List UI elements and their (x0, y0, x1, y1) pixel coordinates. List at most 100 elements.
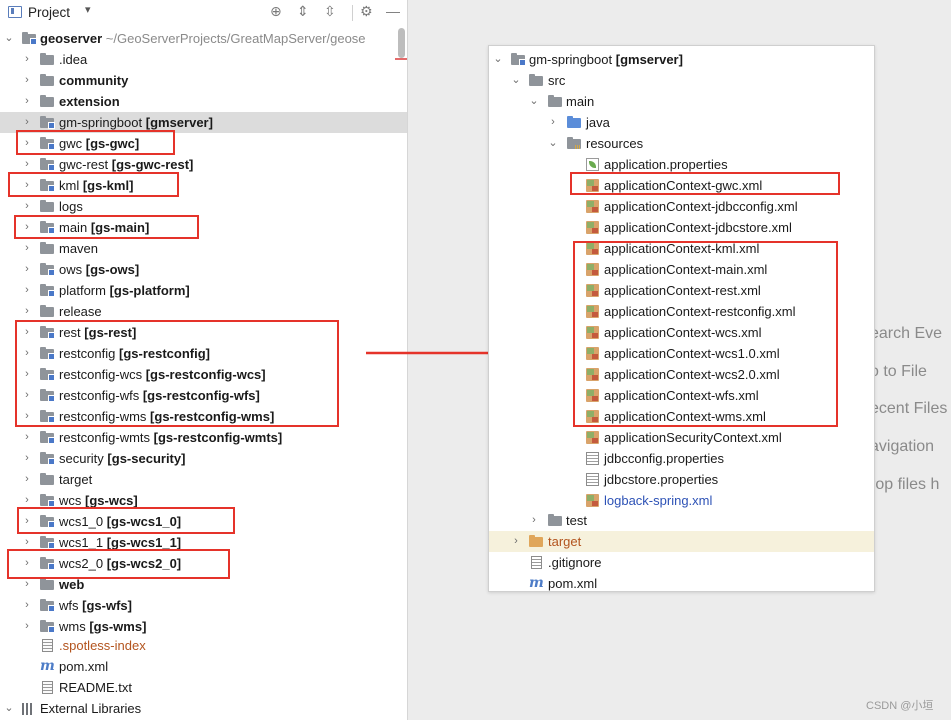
tree-root-geoserver[interactable]: ⌄ geoserver ~/GeoServerProjects/GreatMap… (0, 28, 407, 49)
tree-target[interactable]: › target (489, 531, 874, 552)
vertical-scrollbar[interactable] (398, 28, 405, 58)
chevron-right-icon[interactable]: › (22, 574, 32, 595)
resource-file-applicationcontext-jdbcconfig-xml[interactable]: applicationContext-jdbcconfig.xml (489, 196, 874, 217)
tree-item-ows[interactable]: › ows [gs-ows] (0, 259, 407, 280)
tree-item-security[interactable]: › security [gs-security] (0, 448, 407, 469)
chevron-right-icon[interactable]: › (22, 154, 32, 175)
tree-resources[interactable]: ⌄ resources (489, 133, 874, 154)
tree-item-main[interactable]: › main [gs-main] (0, 217, 407, 238)
chevron-right-icon[interactable]: › (22, 532, 32, 553)
tree-file-pom[interactable]: m pom.xml (0, 656, 407, 677)
tree-item-extension[interactable]: › extension (0, 91, 407, 112)
resource-file-logback-spring-xml[interactable]: logback-spring.xml (489, 490, 874, 511)
chevron-right-icon[interactable]: › (22, 322, 32, 343)
chevron-right-icon[interactable]: › (22, 343, 32, 364)
chevron-right-icon[interactable]: › (22, 553, 32, 574)
tree-item-wms[interactable]: › wms [gs-wms] (0, 616, 407, 637)
resource-file-applicationsecuritycontext-xml[interactable]: applicationSecurityContext.xml (489, 427, 874, 448)
chevron-right-icon[interactable]: › (22, 175, 32, 196)
tree-item-gwc[interactable]: › gwc [gs-gwc] (0, 133, 407, 154)
chevron-down-icon[interactable]: ⌄ (511, 70, 521, 91)
tree-item-platform[interactable]: › platform [gs-platform] (0, 280, 407, 301)
chevron-right-icon[interactable]: › (22, 280, 32, 301)
tree-item-wcs2-0[interactable]: › wcs2_0 [gs-wcs2_0] (0, 553, 407, 574)
chevron-down-icon[interactable]: ⌄ (493, 49, 503, 70)
chevron-right-icon[interactable]: › (22, 385, 32, 406)
chevron-right-icon[interactable]: › (22, 406, 32, 427)
tree-item-restconfig-wms[interactable]: › restconfig-wms [gs-restconfig-wms] (0, 406, 407, 427)
tree-item-restconfig-wmts[interactable]: › restconfig-wmts [gs-restconfig-wmts] (0, 427, 407, 448)
resource-file-applicationcontext-main-xml[interactable]: applicationContext-main.xml (489, 259, 874, 280)
resource-file-applicationcontext-wcs-xml[interactable]: applicationContext-wcs.xml (489, 322, 874, 343)
chevron-right-icon[interactable]: › (22, 259, 32, 280)
tree-item-wfs[interactable]: › wfs [gs-wfs] (0, 595, 407, 616)
chevron-down-icon[interactable]: ⌄ (4, 28, 14, 49)
expand-all-icon[interactable]: ⇕ (297, 3, 309, 20)
tree-item-logs[interactable]: › logs (0, 196, 407, 217)
resource-file-applicationcontext-restconfig-xml[interactable]: applicationContext-restconfig.xml (489, 301, 874, 322)
chevron-right-icon[interactable]: › (22, 301, 32, 322)
tree-item-restconfig[interactable]: › restconfig [gs-restconfig] (0, 343, 407, 364)
minimize-icon[interactable]: — (386, 3, 400, 19)
chevron-right-icon[interactable]: › (22, 427, 32, 448)
chevron-right-icon[interactable]: › (22, 217, 32, 238)
project-view-title[interactable]: Project (28, 5, 70, 20)
tree-test[interactable]: › test (489, 510, 874, 531)
tree-item-wcs1-1[interactable]: › wcs1_1 [gs-wcs1_1] (0, 532, 407, 553)
chevron-right-icon[interactable]: › (22, 595, 32, 616)
chevron-down-icon[interactable]: ▾ (85, 3, 91, 16)
crosshair-icon[interactable]: ⊕ (270, 3, 282, 20)
chevron-right-icon[interactable]: › (22, 133, 32, 154)
tree-item-community[interactable]: › community (0, 70, 407, 91)
tree-item-maven[interactable]: › maven (0, 238, 407, 259)
chevron-right-icon[interactable]: › (22, 490, 32, 511)
chevron-right-icon[interactable]: › (22, 49, 32, 70)
chevron-down-icon[interactable]: ⌄ (548, 133, 558, 154)
chevron-right-icon[interactable]: › (22, 511, 32, 532)
chevron-right-icon[interactable]: › (22, 469, 32, 490)
tree-item-restconfig-wcs[interactable]: › restconfig-wcs [gs-restconfig-wcs] (0, 364, 407, 385)
tree-item-web[interactable]: › web (0, 574, 407, 595)
chevron-right-icon[interactable]: › (511, 531, 521, 552)
chevron-right-icon[interactable]: › (548, 112, 558, 133)
tree-item-wcs1-0[interactable]: › wcs1_0 [gs-wcs1_0] (0, 511, 407, 532)
chevron-right-icon[interactable]: › (22, 364, 32, 385)
tree-src[interactable]: ⌄ src (489, 70, 874, 91)
chevron-right-icon[interactable]: › (529, 510, 539, 531)
resource-file-applicationcontext-gwc-xml[interactable]: applicationContext-gwc.xml (489, 175, 874, 196)
tree-item-idea[interactable]: › .idea (0, 49, 407, 70)
chevron-right-icon[interactable]: › (22, 91, 32, 112)
resource-file-applicationcontext-jdbcstore-xml[interactable]: applicationContext-jdbcstore.xml (489, 217, 874, 238)
chevron-right-icon[interactable]: › (22, 238, 32, 259)
tree-file-spotless[interactable]: .spotless-index (0, 635, 407, 656)
chevron-right-icon[interactable]: › (22, 448, 32, 469)
tree-item-rest[interactable]: › rest [gs-rest] (0, 322, 407, 343)
tree-item-restconfig-wfs[interactable]: › restconfig-wfs [gs-restconfig-wfs] (0, 385, 407, 406)
resource-file-application-properties[interactable]: application.properties (489, 154, 874, 175)
tree-main[interactable]: ⌄ main (489, 91, 874, 112)
tree-item-wcs[interactable]: › wcs [gs-wcs] (0, 490, 407, 511)
resource-file-applicationcontext-wcs1-0-xml[interactable]: applicationContext-wcs1.0.xml (489, 343, 874, 364)
chevron-right-icon[interactable]: ⌄ (4, 698, 14, 719)
resource-file-applicationcontext-wms-xml[interactable]: applicationContext-wms.xml (489, 406, 874, 427)
tree-item-kml[interactable]: › kml [gs-kml] (0, 175, 407, 196)
tree-item-gm-springboot[interactable]: › gm-springboot [gmserver] (0, 112, 407, 133)
chevron-down-icon[interactable]: ⌄ (529, 91, 539, 112)
gear-icon[interactable]: ⚙ (360, 3, 373, 20)
resource-file-applicationcontext-wcs2-0-xml[interactable]: applicationContext-wcs2.0.xml (489, 364, 874, 385)
collapse-all-icon[interactable]: ⇳ (324, 3, 336, 20)
chevron-right-icon[interactable]: › (22, 616, 32, 637)
tree-root-gm-springboot[interactable]: ⌄ gm-springboot [gmserver] (489, 49, 874, 70)
resource-file-applicationcontext-rest-xml[interactable]: applicationContext-rest.xml (489, 280, 874, 301)
resource-file-jdbcconfig-properties[interactable]: jdbcconfig.properties (489, 448, 874, 469)
tree-file-readme[interactable]: README.txt (0, 677, 407, 698)
chevron-right-icon[interactable]: › (22, 70, 32, 91)
tree-item-target[interactable]: › target (0, 469, 407, 490)
tree-gitignore[interactable]: .gitignore (489, 552, 874, 573)
resource-file-applicationcontext-kml-xml[interactable]: applicationContext-kml.xml (489, 238, 874, 259)
resource-file-jdbcstore-properties[interactable]: jdbcstore.properties (489, 469, 874, 490)
tree-item-gwc-rest[interactable]: › gwc-rest [gs-gwc-rest] (0, 154, 407, 175)
chevron-right-icon[interactable]: › (22, 112, 32, 133)
tree-pom[interactable]: m pom.xml (489, 573, 874, 591)
tree-item-release[interactable]: › release (0, 301, 407, 322)
